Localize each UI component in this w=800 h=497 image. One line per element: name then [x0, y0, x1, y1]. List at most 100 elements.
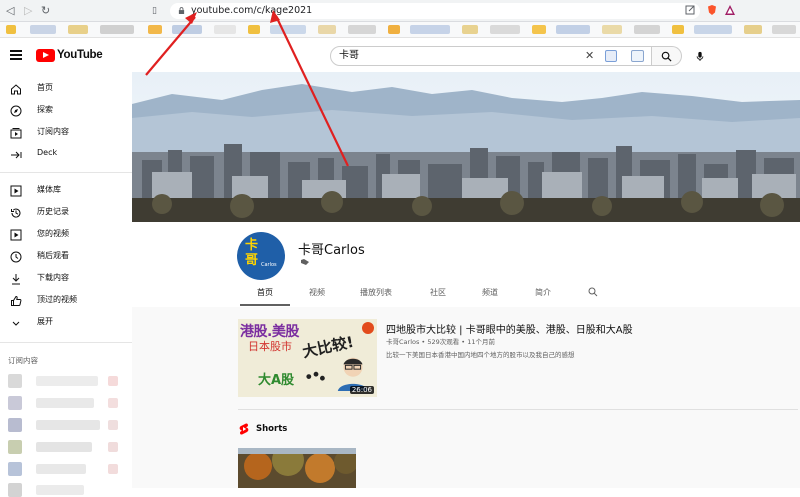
- chess-pieces-icon: [306, 371, 325, 381]
- downloads-icon: [12, 274, 20, 285]
- shorts-thumbnail[interactable]: [238, 448, 356, 488]
- explore-icon: [10, 105, 22, 117]
- input-method-icon[interactable]: [605, 50, 617, 62]
- youtube-logo[interactable]: YouTube: [36, 48, 103, 62]
- video-thumbnail[interactable]: 港股.美股 日本股市 大比较! 大A股 26:06: [238, 319, 377, 397]
- sidebar-item-watch-later[interactable]: 稍后观看: [0, 246, 132, 268]
- youtube-header: YouTube 卡哥 ✕: [0, 38, 800, 72]
- microphone-icon: [696, 51, 704, 61]
- bookmark-icon[interactable]: ▯: [152, 3, 157, 19]
- avatar: [8, 374, 22, 388]
- hamburger-menu-icon[interactable]: [10, 50, 22, 60]
- channel-banner: [132, 72, 800, 222]
- sidebar-item-label: 您的视频: [37, 229, 69, 238]
- sidebar-item-label: 媒体库: [37, 185, 61, 194]
- bookmarks-bar: [0, 22, 800, 38]
- sidebar-item-history[interactable]: 历史记录: [0, 202, 132, 224]
- deck-icon: [11, 151, 22, 159]
- your-videos-icon: [10, 229, 22, 241]
- avatar: [8, 462, 22, 476]
- home-icon: [11, 84, 21, 95]
- sidebar-item-label: 稍后观看: [37, 251, 69, 260]
- library-icon: [10, 185, 22, 197]
- address-bar[interactable]: youtube.com/c/kage2021: [170, 3, 700, 19]
- autumn-tree-image: [238, 448, 356, 488]
- thumbnail-text: 大A股: [258, 373, 295, 388]
- forward-icon[interactable]: ▷: [24, 3, 32, 19]
- avatar-text: 卡 哥: [245, 238, 259, 268]
- video-duration: 26:06: [349, 386, 374, 394]
- sidebar-item-liked-videos[interactable]: 顶过的视频: [0, 290, 132, 312]
- channel-page: 卡 哥 Carlos 卡哥Carlos 首页 视频 播放列表 社区 频道 简介 …: [132, 72, 800, 488]
- sidebar-item-label: 顶过的视频: [37, 295, 77, 304]
- thumbnail-text: 日本股市: [248, 340, 292, 353]
- video-title[interactable]: 四地股市大比较 | 卡哥眼中的美股、港股、日股和大A股: [386, 321, 766, 336]
- sidebar-item-library[interactable]: 媒体库: [0, 180, 132, 202]
- sidebar-item-deck[interactable]: Deck: [0, 144, 132, 166]
- search-button[interactable]: [652, 46, 682, 66]
- share-icon[interactable]: [684, 4, 696, 16]
- tab-playlists[interactable]: 播放列表: [360, 287, 392, 298]
- channel-name: 卡哥Carlos: [298, 243, 365, 258]
- chevron-down-icon: [12, 321, 20, 326]
- sidebar-item-label: 首页: [37, 83, 53, 92]
- subscriptions-heading: 订阅内容: [8, 356, 38, 365]
- sidebar-item-label: Deck: [37, 148, 58, 157]
- subscriptions-icon: [10, 128, 22, 139]
- sidebar-item-explore[interactable]: 探索: [0, 100, 132, 122]
- tab-home[interactable]: 首页: [257, 287, 273, 298]
- channel-header: 卡 哥 Carlos 卡哥Carlos 首页 视频 播放列表 社区 频道 简介: [132, 222, 800, 307]
- back-icon[interactable]: ◁: [6, 3, 14, 19]
- sidebar-item-label: 订阅内容: [37, 127, 69, 136]
- url-text: youtube.com/c/kage2021: [191, 5, 313, 16]
- sidebar-item-expand[interactable]: 展开: [0, 312, 132, 334]
- sidebar: 首页 探索 订阅内容 Deck 媒体库 历史记录 您的视频 稍后观看 下载内容 …: [0, 72, 132, 497]
- avatar: [8, 483, 22, 497]
- search-query: 卡哥: [339, 50, 359, 61]
- avatar-caption: Carlos: [261, 262, 277, 268]
- video-description: 比较一下美国日本香港中国内地四个地方的股市以及我自己的感想: [386, 351, 575, 359]
- brave-shield-icon[interactable]: [706, 4, 718, 16]
- sidebar-item-label: 历史记录: [37, 207, 69, 216]
- sidebar-divider: [0, 342, 132, 343]
- search-icon: [661, 51, 672, 62]
- voice-search-button[interactable]: [690, 46, 710, 66]
- sidebar-item-downloads[interactable]: 下载内容: [0, 268, 132, 290]
- active-tab-indicator: [240, 304, 290, 306]
- sidebar-item-home[interactable]: 首页: [0, 78, 132, 100]
- youtube-logo-text: YouTube: [57, 49, 103, 61]
- rewards-triangle-icon[interactable]: [724, 4, 736, 16]
- tab-community[interactable]: 社区: [430, 287, 446, 298]
- tab-videos[interactable]: 视频: [309, 287, 325, 298]
- video-meta: 卡哥Carlos • 529次观看 • 11个月前: [386, 338, 495, 346]
- sidebar-item-label: 探索: [37, 105, 53, 114]
- tab-channels[interactable]: 频道: [482, 287, 498, 298]
- history-icon: [11, 208, 21, 218]
- sidebar-item-your-videos[interactable]: 您的视频: [0, 224, 132, 246]
- sidebar-item-subscriptions[interactable]: 订阅内容: [0, 122, 132, 144]
- channel-watermark-icon: [362, 322, 374, 334]
- sidebar-item-label: 展开: [37, 317, 53, 326]
- lock-icon: [178, 7, 185, 14]
- search-input[interactable]: 卡哥 ✕: [330, 46, 652, 66]
- channel-search-icon[interactable]: [588, 287, 598, 297]
- shorts-section-title: Shorts: [256, 424, 288, 434]
- reload-icon[interactable]: ↻: [41, 3, 50, 19]
- cityscape-banner-image: [132, 72, 800, 222]
- youtube-play-icon: [36, 48, 55, 62]
- tab-about[interactable]: 简介: [535, 287, 551, 298]
- avatar: [8, 418, 22, 432]
- sidebar-divider: [0, 172, 132, 173]
- shorts-icon: [239, 423, 249, 435]
- keyboard-icon[interactable]: [631, 50, 644, 62]
- sidebar-item-label: 下载内容: [37, 273, 69, 282]
- verified-tag-icon: [301, 259, 309, 265]
- clear-search-icon[interactable]: ✕: [585, 47, 594, 65]
- watch-later-icon: [10, 251, 22, 263]
- avatar: [8, 396, 22, 410]
- avatar: [8, 440, 22, 454]
- browser-toolbar: ◁ ▷ ↻ ▯ youtube.com/c/kage2021: [0, 0, 800, 22]
- channel-avatar[interactable]: 卡 哥 Carlos: [237, 232, 285, 280]
- liked-videos-icon: [11, 295, 22, 306]
- section-divider: [238, 409, 798, 410]
